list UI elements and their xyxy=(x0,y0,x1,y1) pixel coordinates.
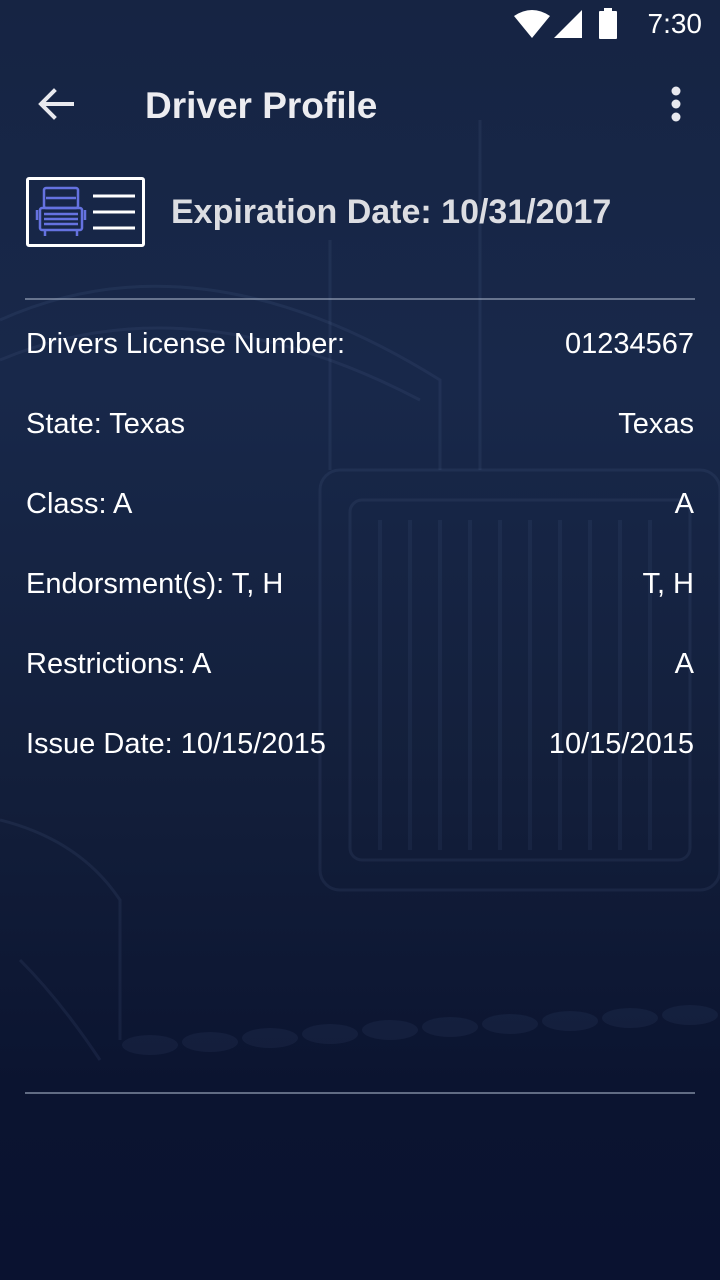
overflow-menu-button[interactable] xyxy=(652,80,700,132)
row-label: Class: A xyxy=(26,488,133,520)
divider-bottom xyxy=(25,1092,695,1094)
wifi-icon xyxy=(514,10,550,43)
divider-top xyxy=(25,298,695,300)
row-restrictions: Restrictions: A A xyxy=(26,640,694,720)
row-label: Endorsment(s): T, H xyxy=(26,568,284,600)
expiration-date: Expiration Date: 10/31/2017 xyxy=(171,193,612,231)
cell-signal-icon xyxy=(554,10,582,43)
license-card-truck-icon xyxy=(26,177,145,247)
row-label: State: Texas xyxy=(26,408,186,440)
status-time: 7:30 xyxy=(647,8,703,39)
row-value: Texas xyxy=(618,408,694,440)
page-title: Driver Profile xyxy=(145,85,378,126)
row-label: Issue Date: 10/15/2015 xyxy=(26,728,326,760)
row-state: State: Texas Texas xyxy=(26,400,694,480)
row-endorsements: Endorsment(s): T, H T, H xyxy=(26,560,694,640)
more-vertical-icon xyxy=(670,86,682,127)
arrow-left-icon xyxy=(38,87,74,125)
row-class: Class: A A xyxy=(26,480,694,560)
row-label: Restrictions: A xyxy=(26,648,212,680)
row-value: 10/15/2015 xyxy=(548,728,694,760)
battery-icon xyxy=(598,8,618,45)
row-license-number: Drivers License Number: 01234567 xyxy=(26,320,694,400)
row-value: 01234567 xyxy=(564,328,694,360)
back-button[interactable] xyxy=(24,80,88,132)
status-bar: 7:30 xyxy=(0,0,720,48)
row-issue-date: Issue Date: 10/15/2015 10/15/2015 xyxy=(26,720,694,800)
license-details-list: Drivers License Number: 01234567 State: … xyxy=(26,320,694,800)
row-value: A xyxy=(674,648,694,680)
license-header: Expiration Date: 10/31/2017 xyxy=(26,177,706,247)
app-bar: Driver Profile xyxy=(0,56,720,156)
row-value: A xyxy=(674,488,694,520)
row-label: Drivers License Number: xyxy=(26,328,346,360)
row-value: T, H xyxy=(642,568,694,600)
